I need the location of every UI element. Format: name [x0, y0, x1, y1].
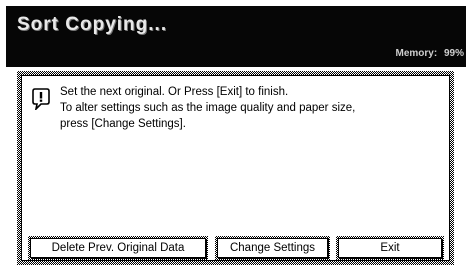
message-line: press [Change Settings]. — [60, 118, 186, 130]
memory-separator: : — [433, 48, 438, 59]
message-line: To alter settings such as the image qual… — [60, 102, 356, 114]
exit-button[interactable]: Exit — [338, 238, 442, 258]
page-title: Sort Copying... — [17, 14, 168, 35]
delete-prev-button-frame: Delete Prev. Original Data — [28, 236, 208, 260]
exit-button-frame: Exit — [336, 236, 444, 260]
change-settings-button-frame: Change Settings — [215, 236, 330, 260]
memory-indicator: Memory: 99% — [396, 48, 465, 59]
exclamation-icon — [32, 88, 50, 110]
change-settings-button[interactable]: Change Settings — [217, 238, 328, 258]
memory-value: 99% — [443, 48, 464, 59]
copier-screen: Sort Copying... Memory: 99% Set the next… — [0, 0, 472, 280]
message-text: Set the next original. Or Press [Exit] t… — [60, 84, 440, 132]
message-line: Set the next original. Or Press [Exit] t… — [60, 86, 289, 98]
memory-label: Memory — [395, 48, 434, 59]
delete-prev-original-button[interactable]: Delete Prev. Original Data — [30, 238, 206, 258]
title-bar: Sort Copying... Memory: 99% — [6, 6, 466, 67]
